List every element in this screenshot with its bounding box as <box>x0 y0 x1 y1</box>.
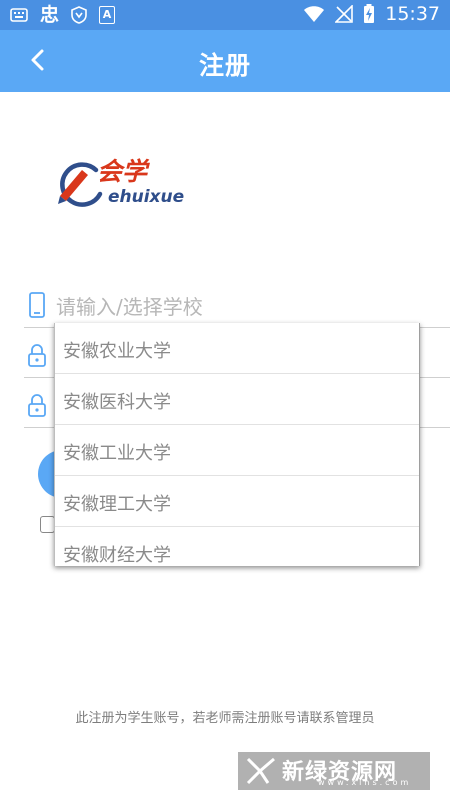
wifi-icon <box>304 6 325 22</box>
lock-icon <box>28 394 46 417</box>
page-title: 注册 <box>198 51 251 80</box>
status-left-icons: 忠 A <box>10 4 116 26</box>
watermark: 新绿资源网 www.xlhs.com <box>238 752 430 790</box>
phone-icon <box>29 292 45 318</box>
dropdown-item[interactable]: 安徽理工大学 <box>55 476 419 527</box>
footer-note: 此注册为学生账号，若老师需注册账号请联系管理员 <box>75 711 375 726</box>
dropdown-item[interactable]: 安徽医科大学 <box>55 374 419 425</box>
status-right-icons: 15:37 <box>303 3 440 25</box>
logo-cn-text: 会学 <box>97 157 148 186</box>
watermark-logo-icon <box>246 757 275 785</box>
shield-icon <box>71 6 87 24</box>
school-field[interactable]: 请输入/选择学校 <box>24 280 450 328</box>
status-time: 15:37 <box>385 3 440 25</box>
app-icon: 忠 <box>40 4 60 26</box>
signal-off-icon <box>335 5 354 23</box>
dropdown-item[interactable]: 安徽工业大学 <box>55 425 419 476</box>
status-bar: 忠 A 15:37 <box>0 0 450 30</box>
school-input-placeholder[interactable]: 请输入/选择学校 <box>56 291 203 320</box>
dropdown-item[interactable]: 安徽农业大学 <box>55 323 419 374</box>
notification-icon: A <box>99 6 116 24</box>
lock-icon <box>28 344 46 367</box>
battery-charging-icon <box>364 4 375 23</box>
logo-en-text: ehuixue <box>108 187 185 207</box>
school-dropdown: 安徽农业大学 安徽医科大学 安徽工业大学 安徽理工大学 安徽财经大学 <box>54 323 420 566</box>
keyboard-icon <box>10 8 28 22</box>
dropdown-item[interactable]: 安徽财经大学 <box>55 527 419 566</box>
agreement-checkbox[interactable] <box>40 516 55 533</box>
watermark-url: www.xlhs.com <box>318 778 412 787</box>
app-bar: 注册 <box>0 30 450 92</box>
